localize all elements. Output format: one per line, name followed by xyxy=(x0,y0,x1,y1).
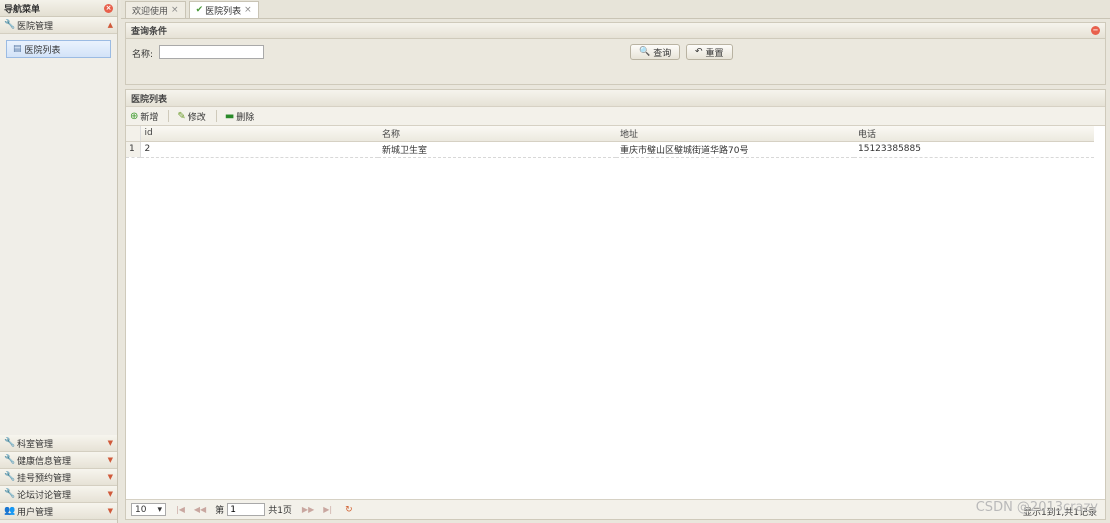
nav-group-label: 挂号预约管理 xyxy=(17,473,72,484)
hospital-table: id 名称 地址 电话 1 2 新城卫生室 重庆市璧山区璧城街道华路70号 15… xyxy=(126,126,1094,158)
nav-group-body: ▤ 医院列表 xyxy=(0,34,117,452)
nav-item-label: 医院列表 xyxy=(24,45,61,56)
page-number-input[interactable] xyxy=(227,503,266,516)
rownum-header xyxy=(126,126,141,142)
nav-item-hospital-list[interactable]: ▤ 医院列表 xyxy=(6,40,111,58)
nav-group-hospital[interactable]: 🔧 医院管理 ▲ xyxy=(0,17,117,34)
next-page-icon[interactable]: ▶▶ xyxy=(302,505,314,514)
nav-group-forum[interactable]: 🔧 论坛讨论管理 ▼ xyxy=(0,486,117,503)
delete-label: 删除 xyxy=(236,112,255,123)
row-number: 1 xyxy=(126,141,141,158)
minus-icon: ▬ xyxy=(224,110,235,122)
last-page-icon[interactable]: ▶| xyxy=(323,505,332,514)
tab-hospital-list[interactable]: ✔ 医院列表 × xyxy=(188,1,259,18)
wrench-icon: 🔧 xyxy=(4,455,16,465)
wrench-icon: 🔧 xyxy=(4,20,16,30)
tab-welcome[interactable]: 欢迎使用 × xyxy=(125,1,186,18)
cell-phone: 15123385885 xyxy=(854,141,1094,158)
add-label: 新增 xyxy=(140,112,159,123)
list-title: 医院列表 xyxy=(131,94,168,105)
search-icon: 🔍 xyxy=(639,47,651,57)
chevron-down-icon: ▼ xyxy=(107,456,113,464)
plus-icon: ⊕ xyxy=(130,110,139,122)
nav-header: 导航菜单 × xyxy=(0,0,117,17)
nav-group-department[interactable]: 🔧 科室管理 ▼ xyxy=(0,435,117,452)
list-icon: ▤ xyxy=(13,44,22,54)
cell-name: 新城卫生室 xyxy=(378,141,616,158)
column-header-name[interactable]: 名称 xyxy=(378,126,616,142)
wrench-icon: 🔧 xyxy=(4,489,16,499)
pagination-bar: 10 ▾ |◀ ◀◀ 第 共1页 ▶▶ ▶| ↻ 显示1到1,共1记录 xyxy=(126,499,1105,519)
list-panel: 医院列表 ⊕ 新增 ✎ 修改 ▬ 删除 id 名称 地址 电话 1 2 新城卫生… xyxy=(125,89,1106,520)
table-header-row: id 名称 地址 电话 xyxy=(126,126,1094,142)
list-header: 医院列表 xyxy=(126,90,1105,107)
search-button[interactable]: 🔍 查询 xyxy=(630,44,681,60)
nav-group-health-info[interactable]: 🔧 健康信息管理 ▼ xyxy=(0,452,117,469)
chevron-down-icon: ▼ xyxy=(107,490,113,498)
nav-group-users[interactable]: 👥 用户管理 ▼ xyxy=(0,503,117,520)
chevron-down-icon: ▼ xyxy=(107,473,113,481)
first-page-icon[interactable]: |◀ xyxy=(176,505,185,514)
chevron-down-icon: ▼ xyxy=(107,439,113,447)
page-prefix: 第 xyxy=(215,506,225,516)
list-toolbar: ⊕ 新增 ✎ 修改 ▬ 删除 xyxy=(126,107,1105,126)
column-header-address[interactable]: 地址 xyxy=(616,126,854,142)
query-header: 查询条件 − xyxy=(125,22,1106,39)
query-panel: 查询条件 − 名称: 🔍 查询 ↶ 重置 xyxy=(125,22,1106,85)
query-title: 查询条件 xyxy=(131,27,168,37)
dropdown-arrow-icon: ▾ xyxy=(157,504,162,515)
total-pages: 共1页 xyxy=(268,506,292,516)
edit-button[interactable]: ✎ 修改 xyxy=(177,110,205,123)
chevron-up-icon: ▲ xyxy=(107,21,113,29)
close-icon[interactable]: × xyxy=(171,5,179,15)
column-header-id[interactable]: id xyxy=(140,126,378,142)
pencil-icon: ✎ xyxy=(177,110,186,122)
nav-group-appointment[interactable]: 🔧 挂号预约管理 ▼ xyxy=(0,469,117,486)
cell-address: 重庆市璧山区璧城街道华路70号 xyxy=(616,141,854,158)
tab-bar: 欢迎使用 × ✔ 医院列表 × xyxy=(121,0,1110,19)
users-icon: 👥 xyxy=(4,506,16,516)
prev-page-icon[interactable]: ◀◀ xyxy=(194,505,206,514)
wrench-icon: 🔧 xyxy=(4,438,16,448)
reset-label: 重置 xyxy=(705,48,724,59)
nav-group-label: 医院管理 xyxy=(17,21,54,32)
nav-title: 导航菜单 xyxy=(4,4,41,15)
query-body: 名称: 🔍 查询 ↶ 重置 xyxy=(125,39,1106,85)
search-label: 查询 xyxy=(653,48,672,59)
reset-icon: ↶ xyxy=(695,47,703,57)
table-row[interactable]: 1 2 新城卫生室 重庆市璧山区璧城街道华路70号 15123385885 xyxy=(126,141,1094,158)
check-icon: ✔ xyxy=(195,5,204,15)
chevron-down-icon: ▼ xyxy=(107,507,113,515)
watermark: CSDN @2013crazy xyxy=(975,500,1098,515)
add-button[interactable]: ⊕ 新增 xyxy=(130,110,158,123)
name-input[interactable] xyxy=(159,45,264,59)
tab-label: 医院列表 xyxy=(205,6,242,17)
collapse-icon[interactable]: − xyxy=(1091,26,1100,35)
page-size-value: 10 xyxy=(135,504,147,515)
nav-collapse-icon[interactable]: × xyxy=(104,3,113,13)
main-area: 欢迎使用 × ✔ 医院列表 × 查询条件 − 名称: 🔍 查询 ↶ 重置 医院列… xyxy=(121,0,1110,523)
nav-group-label: 科室管理 xyxy=(17,439,54,450)
tab-label: 欢迎使用 xyxy=(132,6,169,17)
nav-sidebar: 导航菜单 × 🔧 医院管理 ▲ ▤ 医院列表 🔧 科室管理 ▼ 🔧 健康信息管理… xyxy=(0,0,118,523)
delete-button[interactable]: ▬ 删除 xyxy=(225,110,254,123)
close-icon[interactable]: × xyxy=(244,5,252,15)
edit-label: 修改 xyxy=(187,112,206,123)
wrench-icon: 🔧 xyxy=(4,472,16,482)
cell-id: 2 xyxy=(140,141,378,158)
column-header-phone[interactable]: 电话 xyxy=(854,126,1094,142)
nav-collapsed-groups: 🔧 科室管理 ▼ 🔧 健康信息管理 ▼ 🔧 挂号预约管理 ▼ 🔧 论坛讨论管理 … xyxy=(0,435,117,520)
toolbar-divider xyxy=(168,110,170,122)
nav-group-label: 用户管理 xyxy=(17,507,54,518)
page-size-select[interactable]: 10 ▾ xyxy=(131,503,166,516)
refresh-icon[interactable]: ↻ xyxy=(345,505,353,515)
reset-button[interactable]: ↶ 重置 xyxy=(686,44,733,60)
nav-group-label: 论坛讨论管理 xyxy=(17,490,72,501)
name-label: 名称: xyxy=(132,50,154,60)
toolbar-divider xyxy=(215,110,217,122)
nav-group-label: 健康信息管理 xyxy=(17,456,72,467)
